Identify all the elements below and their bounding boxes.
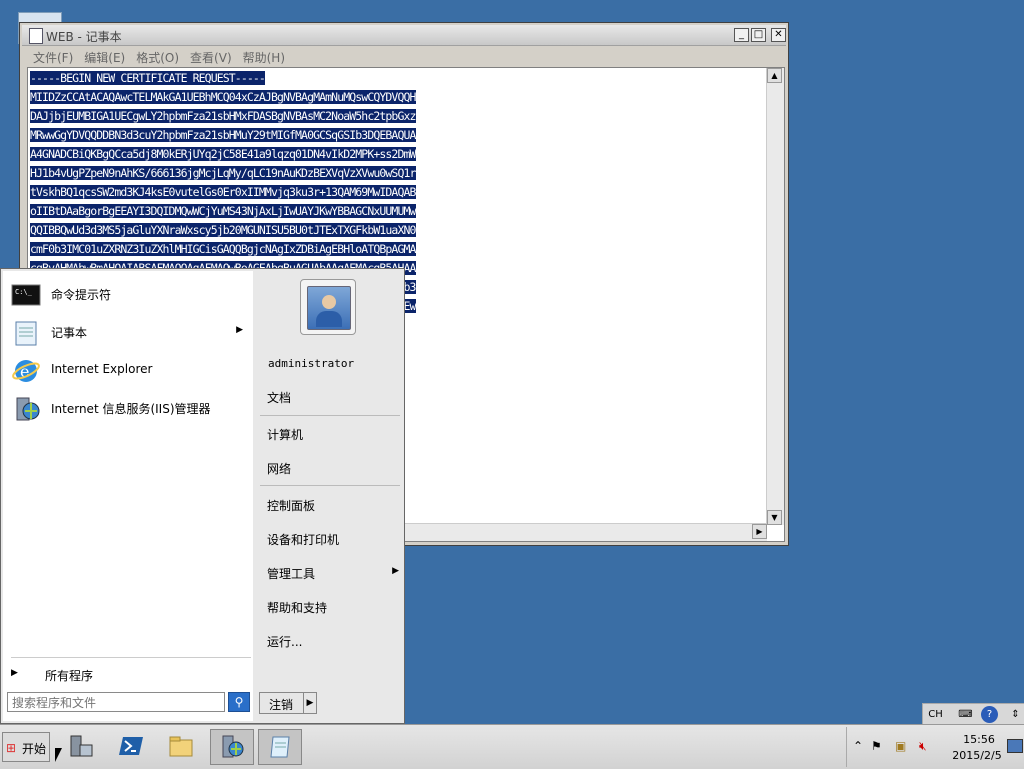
shutdown-options-icon[interactable]: ▶ [303, 693, 316, 713]
notepad-icon [29, 28, 43, 44]
menu-help[interactable]: 帮助(H) [243, 49, 285, 66]
start-item-label: Internet Explorer [51, 362, 153, 376]
text-line: cmF0b3IMC01uZXRNZ3IuZXhlMHIGCisGAQQBgjcN… [30, 242, 416, 256]
volume-muted-icon[interactable]: 🔇︎ [919, 739, 927, 754]
scroll-down-icon[interactable]: ▼ [767, 510, 782, 525]
place-control-panel[interactable]: 控制面板 [267, 497, 397, 514]
start-menu-programs: C:\_ 命令提示符 记事本 ▶ e Internet Explorer Int… [3, 271, 253, 721]
iis-icon [16, 397, 40, 421]
taskbar-iis-manager[interactable] [210, 729, 254, 765]
svg-text:C:\_: C:\_ [15, 288, 33, 296]
start-label: 开始 [22, 742, 47, 756]
place-admin-tools-label: 管理工具 [267, 567, 316, 581]
all-programs-label: 所有程序 [45, 669, 94, 683]
user-name[interactable]: administrator [268, 357, 354, 370]
separator [260, 415, 400, 416]
logoff-button[interactable]: 注销 ▶ [259, 692, 317, 714]
maximize-button[interactable]: □ [751, 28, 766, 42]
scroll-right-icon[interactable]: ▶ [752, 524, 767, 539]
taskbar-explorer[interactable] [160, 729, 204, 765]
powershell-icon [119, 737, 143, 755]
input-language[interactable]: CH [925, 706, 946, 723]
place-documents[interactable]: 文档 [267, 389, 397, 406]
network-icon[interactable]: ▣ [895, 739, 906, 753]
show-desktop-icon[interactable] [1007, 739, 1023, 753]
start-menu: C:\_ 命令提示符 记事本 ▶ e Internet Explorer Int… [0, 268, 405, 724]
place-admin-tools[interactable]: 管理工具 ▶ [267, 565, 399, 582]
start-item-label: 命令提示符 [51, 288, 112, 302]
action-center-flag-icon[interactable]: ⚑ [871, 739, 882, 753]
search-input[interactable] [10, 694, 214, 712]
start-item-iis[interactable]: Internet 信息服务(IIS)管理器 [11, 393, 247, 425]
language-bar: CH ⌨ ? ⇕ [922, 703, 1024, 725]
start-button[interactable]: ⊞ 开始 [2, 732, 50, 762]
explorer-icon [169, 736, 193, 757]
close-button[interactable]: ✕ [771, 28, 786, 42]
search-box[interactable] [7, 692, 225, 712]
text-line: DAJjbjEUMBIGA1UECgwLY2hpbmFza21sbHMxFDAS… [30, 109, 416, 123]
search-icon[interactable]: ⚲ [228, 692, 250, 712]
server-manager-icon [70, 735, 93, 757]
taskbar: ⊞ 开始 ⌃ ⚑ ▣ 🔇︎ 15:56 2015/2/5 [0, 724, 1024, 769]
taskbar-notepad[interactable] [258, 729, 302, 765]
options-icon[interactable]: ⇕ [1005, 706, 1024, 723]
ie-icon: e [12, 360, 40, 382]
start-item-label: 记事本 [51, 326, 88, 340]
logoff-label: 注销 [269, 698, 294, 712]
place-computer[interactable]: 计算机 [267, 426, 397, 443]
menu-format[interactable]: 格式(O) [136, 49, 179, 66]
mouse-cursor-icon [55, 748, 62, 762]
user-avatar[interactable] [300, 279, 356, 335]
text-line: MIIDZzCCAtACAQAwcTELMAkGA1UEBhMCQ04xCzAJ… [30, 90, 416, 104]
text-line: QQIBBQwUd3d3MS5jaGluYXNraWxscy5jb20MGUNI… [30, 223, 416, 237]
windows-logo-icon: ⊞ [6, 741, 17, 755]
start-item-ie[interactable]: e Internet Explorer [11, 355, 247, 387]
menu-bar: 文件(F) 编辑(E) 格式(O) 查看(V) 帮助(H) [22, 46, 786, 66]
place-network[interactable]: 网络 [267, 460, 397, 477]
vertical-scrollbar[interactable]: ▲ ▼ [766, 68, 784, 525]
menu-file[interactable]: 文件(F) [33, 49, 73, 66]
clock-date[interactable]: 2015/2/5 [947, 749, 1007, 762]
expand-arrow-icon: ▶ [11, 668, 18, 678]
help-icon[interactable]: ? [981, 706, 998, 723]
place-devices-printers[interactable]: 设备和打印机 [267, 531, 397, 548]
separator [260, 485, 400, 486]
separator [11, 657, 251, 658]
window-title: WEB - 记事本 [46, 30, 122, 44]
start-item-cmd[interactable]: C:\_ 命令提示符 [11, 279, 247, 311]
text-line: -----BEGIN NEW CERTIFICATE REQUEST----- [30, 71, 266, 85]
title-bar[interactable]: WEB - 记事本 _ □ ✕ [22, 25, 786, 46]
minimize-button[interactable]: _ [734, 28, 749, 42]
menu-view[interactable]: 查看(V) [190, 49, 232, 66]
text-line: tVskhBQ1qcsSW2md3KJ4ksE0vutelGs0Er0xIIMM… [30, 185, 416, 199]
scroll-up-icon[interactable]: ▲ [767, 68, 782, 83]
cmd-icon: C:\_ [11, 284, 41, 306]
keyboard-icon[interactable]: ⌨ [955, 706, 976, 723]
taskbar-powershell[interactable] [110, 729, 154, 765]
start-item-notepad[interactable]: 记事本 ▶ [11, 317, 247, 349]
text-line: HJ1b4vUgPZpeN9nAhKS/666136jgMcjLqMy/qLC1… [30, 166, 416, 180]
clock-time[interactable]: 15:56 [957, 733, 1001, 746]
start-item-label: Internet 信息服务(IIS)管理器 [51, 402, 211, 416]
place-help-support[interactable]: 帮助和支持 [267, 599, 397, 616]
submenu-arrow-icon: ▶ [236, 325, 243, 335]
text-line: oIIBtDAaBgorBgEEAYI3DQIDMQwWCjYuMS43NjAx… [30, 204, 416, 218]
text-line: MRwwGgYDVQQDDBN3d3cuY2hpbmFza21sbHMuY29t… [30, 128, 416, 142]
submenu-arrow-icon: ▶ [392, 566, 399, 576]
notepad-icon [15, 321, 37, 346]
start-menu-places: administrator 文档 计算机 网络 控制面板 设备和打印机 管理工具… [256, 271, 404, 691]
text-line: A4GNADCBiQKBgQCca5dj8M0kERjUYq2jC58E41a9… [30, 147, 416, 161]
notepad-icon [270, 736, 290, 758]
taskbar-server-manager[interactable] [60, 729, 104, 765]
show-hidden-icons-icon[interactable]: ⌃ [853, 739, 863, 753]
place-run[interactable]: 运行... [267, 633, 397, 650]
system-tray: ⌃ ⚑ ▣ 🔇︎ 15:56 2015/2/5 [846, 727, 1024, 767]
iis-manager-icon [222, 735, 244, 758]
menu-edit[interactable]: 编辑(E) [84, 49, 125, 66]
